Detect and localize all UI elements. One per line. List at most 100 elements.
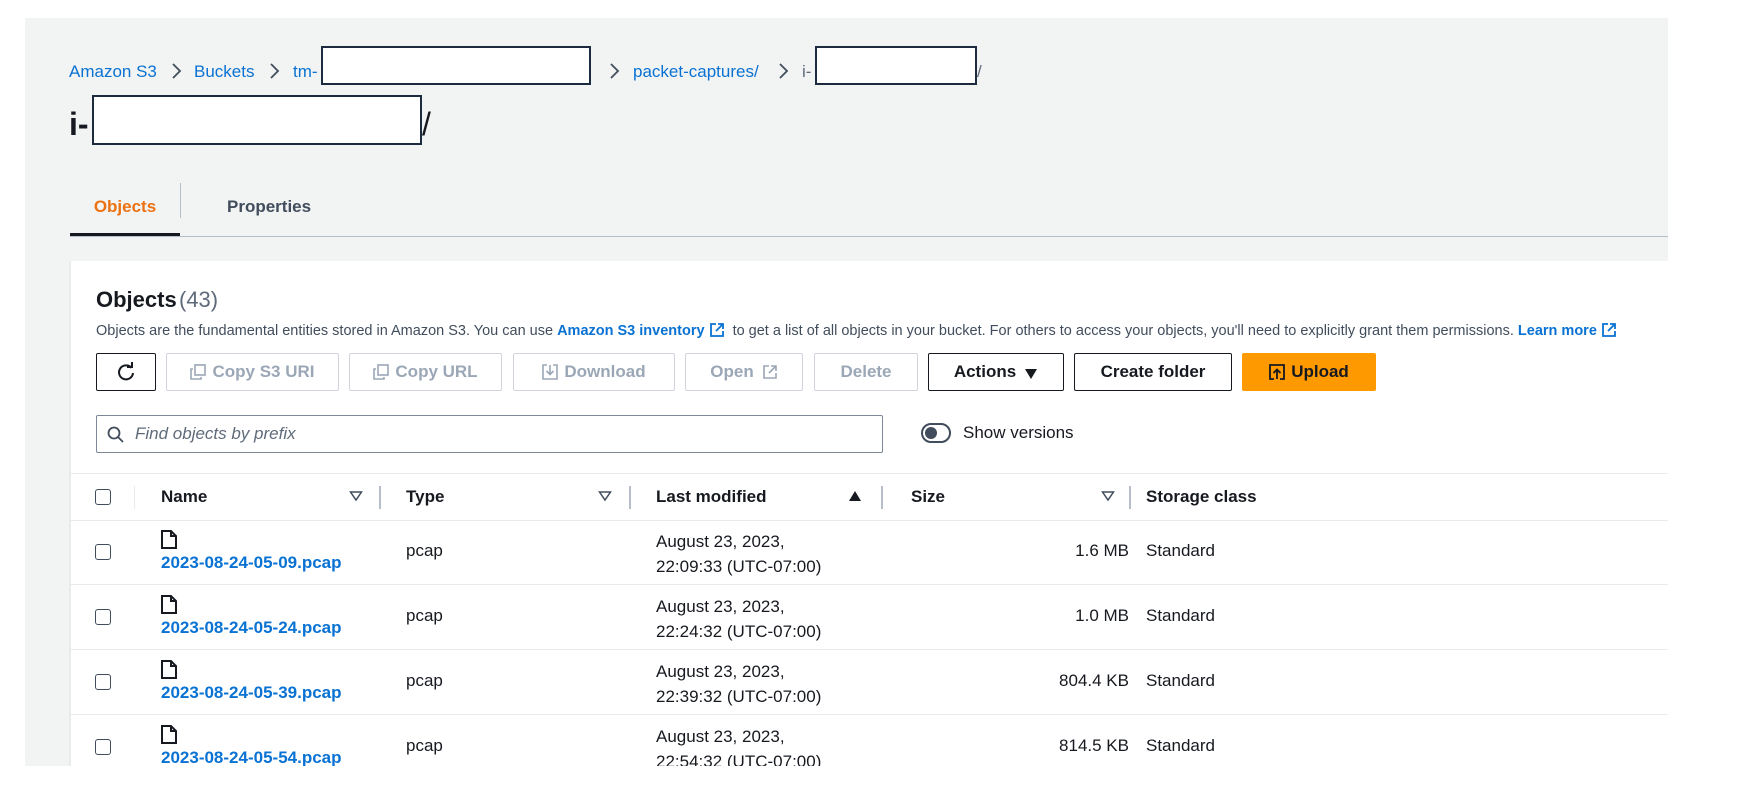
open-label: Open: [710, 362, 754, 381]
page-title: i-: [69, 106, 89, 142]
object-type: pcap: [406, 736, 443, 755]
table-header: Name Type Last modified Size Storage cla…: [71, 473, 1668, 521]
column-header-last-modified[interactable]: Last modified: [656, 474, 767, 520]
modified-time: 22:39:32 (UTC-07:00): [656, 687, 822, 706]
refresh-icon: [118, 362, 134, 381]
select-all-checkbox[interactable]: [95, 489, 111, 505]
modified-date: August 23, 2023,: [656, 727, 785, 746]
breadcrumb-buckets[interactable]: Buckets: [194, 61, 254, 83]
chevron-right-icon: [268, 63, 282, 79]
redaction-box: [815, 46, 977, 85]
show-versions-label: Show versions: [963, 423, 1074, 442]
column-divider[interactable]: [379, 486, 381, 509]
tab-objects[interactable]: Objects: [70, 178, 180, 236]
column-divider: [134, 486, 135, 509]
object-last-modified: August 23, 2023, 22:54:32 (UTC-07:00): [656, 724, 821, 766]
external-link-icon: [1601, 322, 1617, 338]
table-row: 2023-08-24-05-09.pcap pcap August 23, 20…: [71, 519, 1668, 585]
column-header-storage-class[interactable]: Storage class: [1146, 474, 1257, 520]
copy-s3-uri-button[interactable]: Copy S3 URI: [166, 353, 339, 391]
redaction-box: [321, 46, 591, 85]
create-folder-button[interactable]: Create folder: [1074, 353, 1232, 391]
row-checkbox[interactable]: [95, 544, 111, 560]
object-name-link[interactable]: 2023-08-24-05-54.pcap: [161, 748, 342, 766]
search-input[interactable]: [135, 416, 865, 451]
download-button[interactable]: Download: [513, 353, 675, 391]
chevron-right-icon: [608, 63, 622, 79]
object-last-modified: August 23, 2023, 22:09:33 (UTC-07:00): [656, 529, 821, 579]
chevron-right-icon: [170, 63, 184, 79]
inventory-link[interactable]: Amazon S3 inventory: [557, 323, 704, 339]
column-divider[interactable]: [629, 486, 631, 509]
copy-url-button[interactable]: Copy URL: [349, 353, 502, 391]
upload-icon: [1269, 357, 1286, 392]
show-versions-toggle[interactable]: [921, 423, 951, 443]
sort-ascending-icon[interactable]: [848, 489, 862, 503]
sort-icon[interactable]: [349, 489, 363, 503]
create-folder-label: Create folder: [1100, 362, 1206, 381]
caret-down-icon: [1024, 357, 1038, 392]
row-checkbox[interactable]: [95, 609, 111, 625]
delete-label: Delete: [840, 362, 892, 381]
actions-dropdown-button[interactable]: Actions: [928, 353, 1064, 391]
copy-icon: [373, 357, 390, 392]
redaction-box: [92, 95, 422, 145]
download-icon: [542, 357, 559, 392]
row-checkbox[interactable]: [95, 739, 111, 755]
copy-s3-uri-label: Copy S3 URI: [212, 362, 315, 381]
breadcrumb-current: i-: [802, 62, 812, 81]
copy-url-label: Copy URL: [395, 362, 478, 381]
tab-properties[interactable]: Properties: [207, 178, 336, 236]
copy-icon: [190, 357, 207, 392]
chevron-right-icon: [777, 63, 791, 79]
breadcrumb-packet-captures[interactable]: packet-captures/: [633, 61, 759, 83]
page-title-suffix: /: [422, 106, 431, 142]
tab-bar: Objects Properties: [70, 178, 1668, 237]
objects-count: (43): [179, 287, 219, 312]
toggle-knob: [925, 427, 937, 439]
upload-button[interactable]: Upload: [1242, 353, 1376, 391]
breadcrumb-amazon-s3[interactable]: Amazon S3: [69, 61, 157, 83]
breadcrumb-bucket[interactable]: tm-: [293, 61, 318, 83]
object-last-modified: August 23, 2023, 22:24:32 (UTC-07:00): [656, 594, 821, 644]
modified-time: 22:54:32 (UTC-07:00): [656, 752, 822, 766]
column-header-name[interactable]: Name: [161, 474, 207, 520]
object-size: 1.6 MB: [1075, 541, 1129, 560]
row-checkbox[interactable]: [95, 674, 111, 690]
modified-date: August 23, 2023,: [656, 597, 785, 616]
object-name-link[interactable]: 2023-08-24-05-24.pcap: [161, 618, 342, 638]
description-text: Objects are the fundamental entities sto…: [96, 323, 554, 339]
s3-console: Amazon S3 Buckets tm- packet-captures/ i…: [25, 18, 1668, 766]
sort-icon[interactable]: [1101, 489, 1115, 503]
object-size: 804.4 KB: [1059, 671, 1129, 690]
search-icon: [107, 426, 124, 443]
object-type: pcap: [406, 671, 443, 690]
open-button[interactable]: Open: [685, 353, 803, 391]
breadcrumb-current-suffix: /: [977, 62, 982, 81]
table-row: 2023-08-24-05-39.pcap pcap August 23, 20…: [71, 649, 1668, 715]
sort-icon[interactable]: [598, 489, 612, 503]
object-storage-class: Standard: [1146, 541, 1215, 560]
modified-date: August 23, 2023,: [656, 532, 785, 551]
object-type: pcap: [406, 606, 443, 625]
search-field[interactable]: [96, 415, 883, 453]
column-divider[interactable]: [1129, 486, 1131, 509]
column-header-type[interactable]: Type: [406, 474, 444, 520]
column-divider[interactable]: [881, 486, 883, 509]
column-header-size[interactable]: Size: [911, 474, 945, 520]
delete-button[interactable]: Delete: [814, 353, 918, 391]
modified-time: 22:09:33 (UTC-07:00): [656, 557, 822, 576]
table-row: 2023-08-24-05-24.pcap pcap August 23, 20…: [71, 584, 1668, 650]
object-storage-class: Standard: [1146, 606, 1215, 625]
refresh-button[interactable]: [96, 353, 156, 391]
file-icon: [161, 725, 177, 744]
object-storage-class: Standard: [1146, 671, 1215, 690]
object-last-modified: August 23, 2023, 22:39:32 (UTC-07:00): [656, 659, 821, 709]
object-name-link[interactable]: 2023-08-24-05-39.pcap: [161, 683, 342, 703]
object-name-link[interactable]: 2023-08-24-05-09.pcap: [161, 553, 342, 573]
modified-time: 22:24:32 (UTC-07:00): [656, 622, 822, 641]
object-storage-class: Standard: [1146, 736, 1215, 755]
file-icon: [161, 595, 177, 614]
modified-date: August 23, 2023,: [656, 662, 785, 681]
learn-more-link[interactable]: Learn more: [1518, 323, 1597, 339]
